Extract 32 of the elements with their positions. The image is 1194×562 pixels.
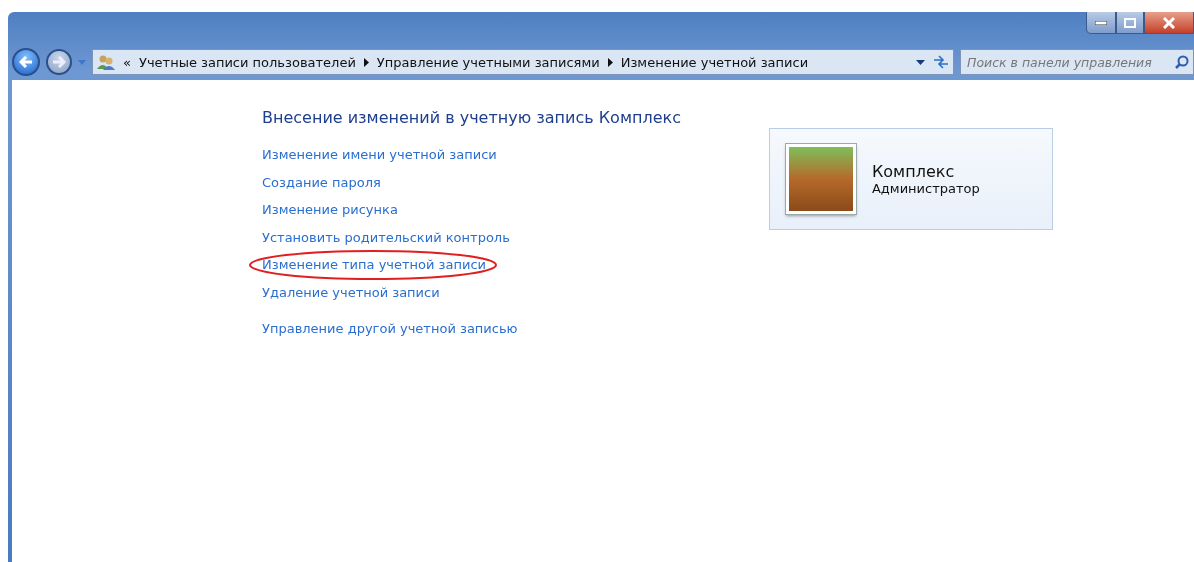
search-icon[interactable]: [1175, 55, 1189, 69]
task-link[interactable]: Управление другой учетной записью: [262, 321, 518, 337]
breadcrumb[interactable]: Изменение учетной записи: [620, 54, 809, 70]
photo-placeholder: [785, 144, 856, 214]
back-arrow-icon: [19, 56, 33, 68]
task-link[interactable]: Изменение рисунка: [262, 202, 398, 218]
task-link[interactable]: Создание пароля: [262, 174, 381, 190]
minimize-icon: [1095, 20, 1107, 25]
account-name: Комплекс: [871, 162, 956, 181]
forward-arrow-icon: [52, 56, 66, 68]
refresh-icon[interactable]: [933, 55, 949, 69]
page-heading: Внесение изменений в учетную запись Комплекс: [262, 108, 681, 127]
close-button[interactable]: [1144, 12, 1194, 34]
overflow-chevrons[interactable]: «: [123, 54, 131, 70]
dropdown-caret-icon[interactable]: [916, 59, 925, 65]
forward-button[interactable]: [46, 49, 72, 75]
users-icon: [97, 54, 115, 70]
breadcrumb[interactable]: Управление учетными записями: [376, 54, 600, 70]
breadcrumb-arrow-icon[interactable]: [607, 57, 613, 67]
search-field[interactable]: Поиск в панели управления: [960, 49, 1194, 75]
address-bar[interactable]: « Учетные записи пользователей Управление учетными записями Изменение учетной записи: [92, 49, 954, 75]
close-icon: [1163, 16, 1175, 29]
task-link[interactable]: Удаление учетной записи: [262, 284, 440, 300]
minimize-button[interactable]: [1086, 12, 1116, 34]
breadcrumb-arrow-icon[interactable]: [363, 57, 369, 67]
back-button[interactable]: [12, 48, 40, 76]
breadcrumb[interactable]: Учетные записи пользователей: [138, 54, 356, 70]
maximize-icon: [1124, 17, 1136, 28]
account-role: Администратор: [871, 181, 980, 196]
task-link[interactable]: Изменение имени учетной записи: [262, 147, 497, 163]
maximize-button[interactable]: [1116, 12, 1144, 34]
task-link[interactable]: Установить родительский контроль: [262, 229, 510, 245]
